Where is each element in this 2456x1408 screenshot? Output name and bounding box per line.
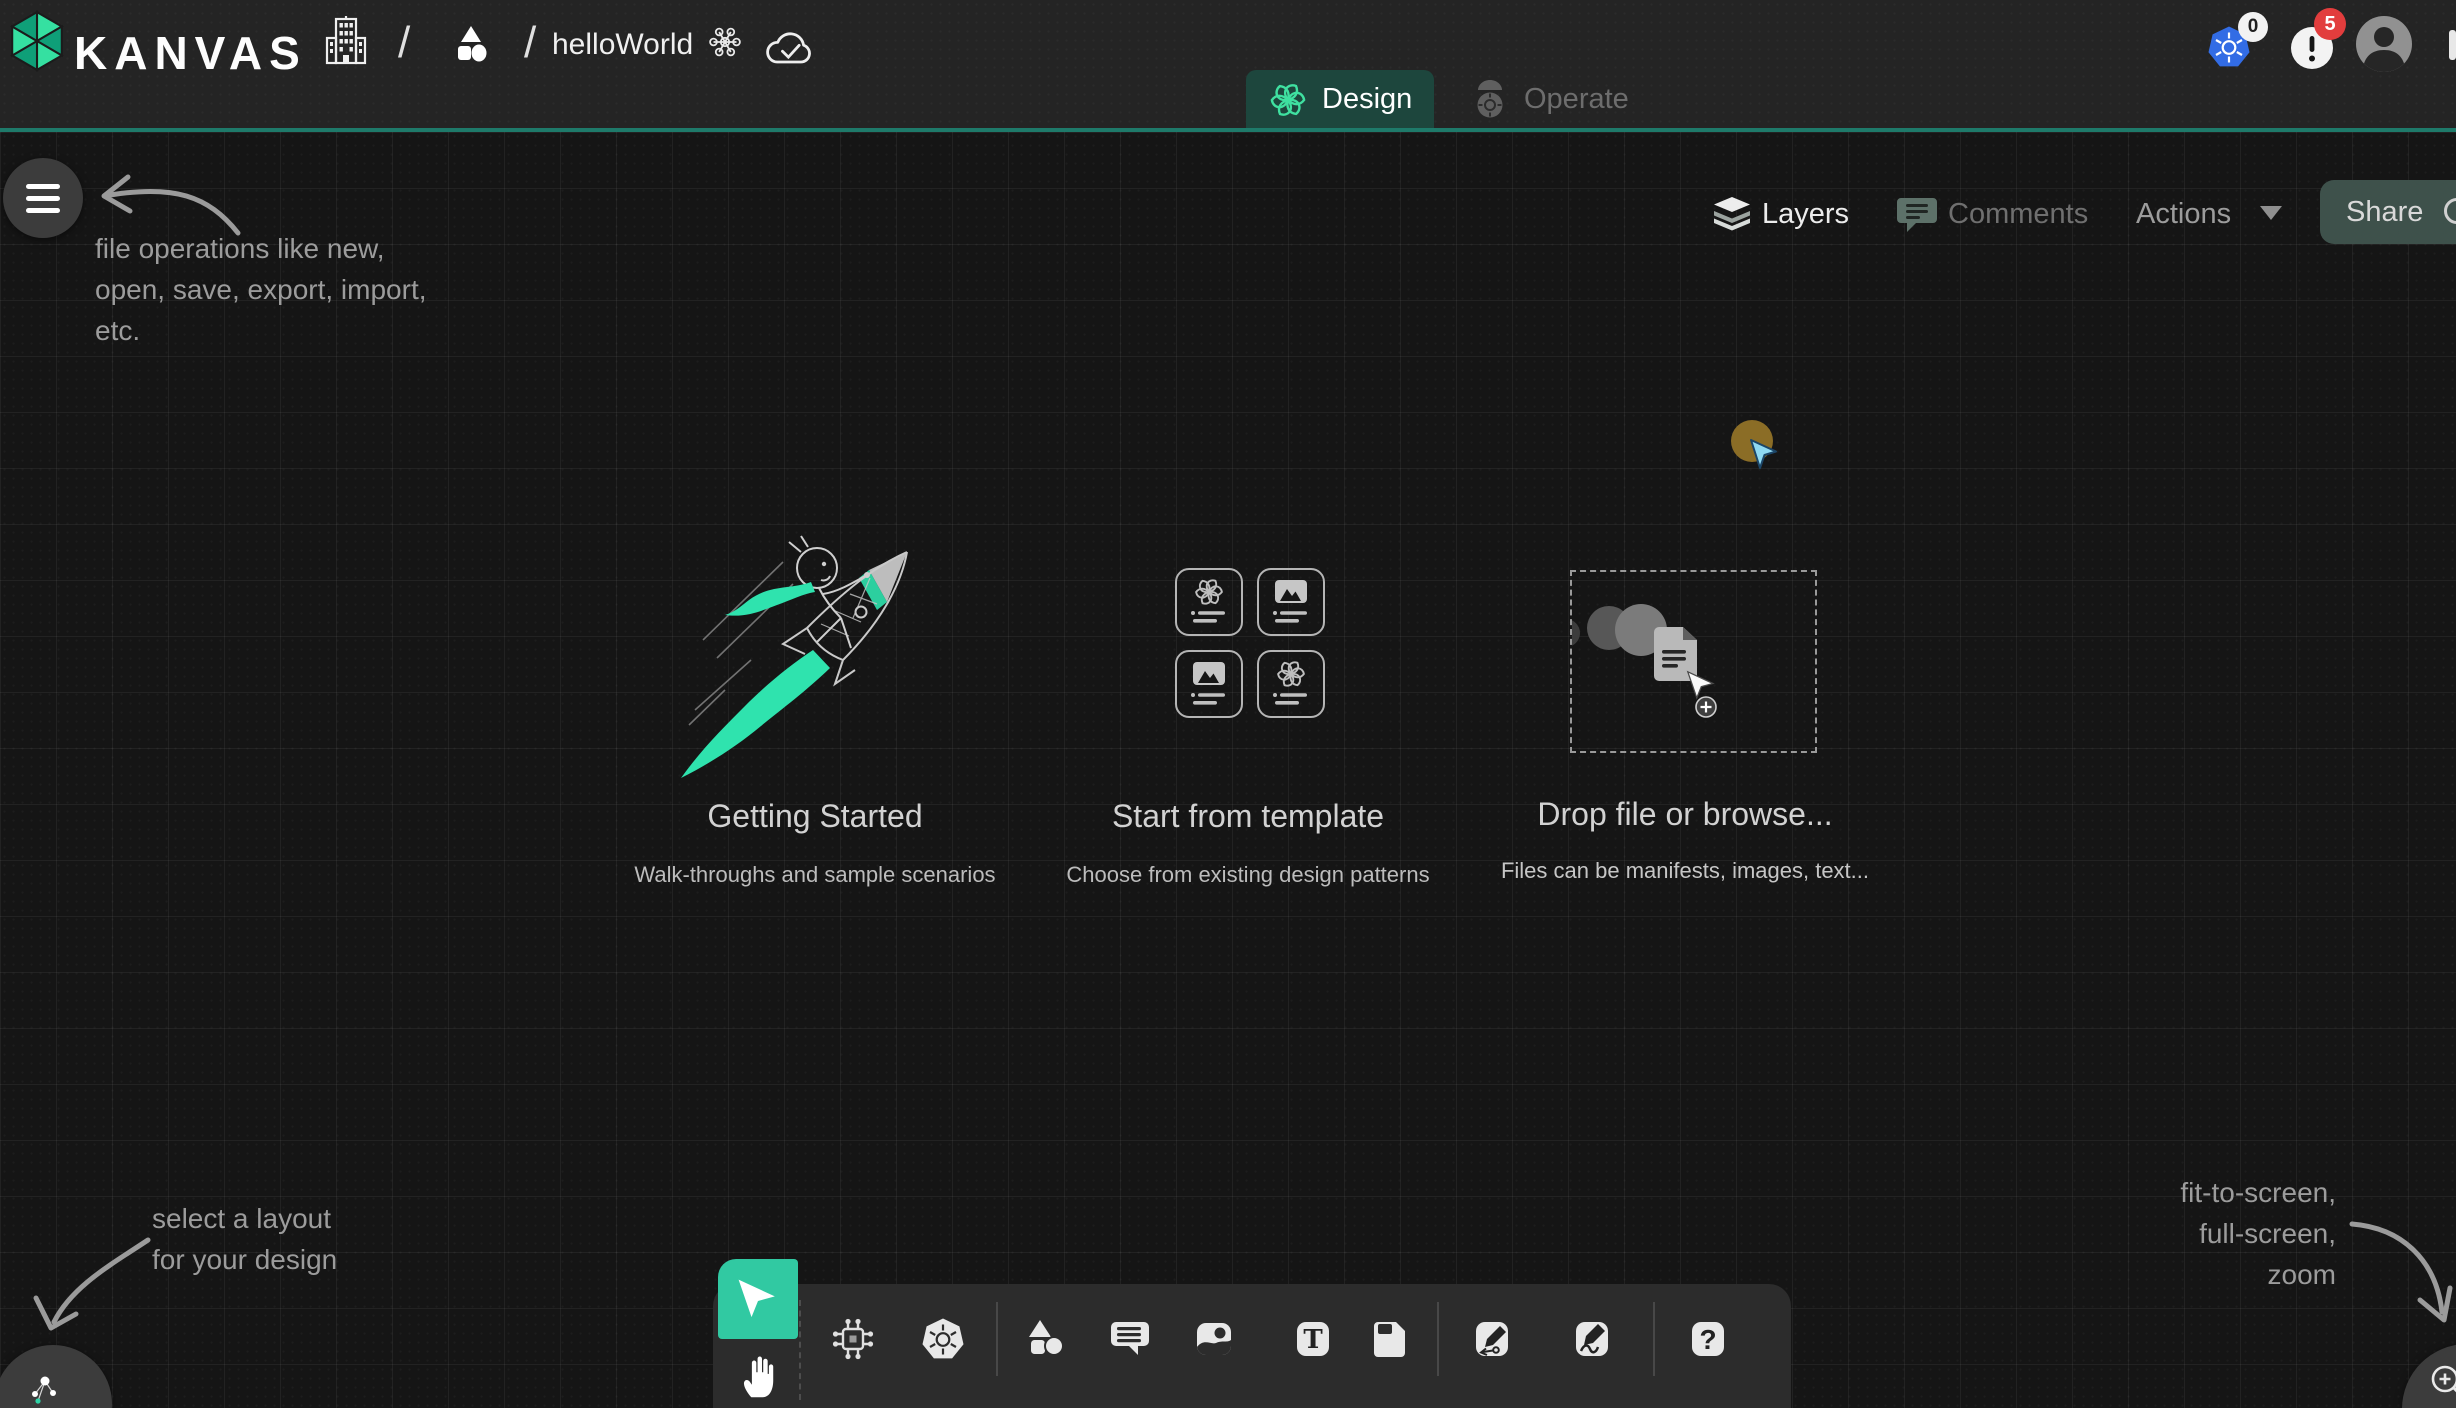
- comments-icon[interactable]: [1896, 194, 1938, 234]
- drop-illustration: [1572, 572, 1815, 751]
- design-pinwheel-icon: [1268, 79, 1308, 119]
- cloud-sync-icon[interactable]: [762, 26, 818, 70]
- pencil-tool-icon[interactable]: [1569, 1316, 1615, 1362]
- header-accent-line: [0, 128, 2456, 132]
- kubernetes-count-badge: 0: [2238, 12, 2268, 42]
- hint-file-operations: file operations like new, open, save, ex…: [95, 228, 427, 351]
- breadcrumb-separator: /: [398, 18, 410, 68]
- main-menu-button[interactable]: [3, 158, 83, 238]
- tab-design[interactable]: Design: [1246, 70, 1434, 128]
- getting-started-subtitle: Walk-throughs and sample scenarios: [615, 862, 1015, 888]
- pinwheel-doc-icon: [1183, 576, 1235, 628]
- toolbar-divider: [799, 1300, 801, 1400]
- text-tool-icon[interactable]: T: [1290, 1316, 1336, 1362]
- toolbar-divider: [1437, 1302, 1439, 1376]
- hint-select-layout: select a layout for your design: [152, 1198, 337, 1280]
- workspace-shapes-icon[interactable]: [448, 22, 494, 68]
- hamburger-icon: [26, 184, 60, 189]
- template-tile-image[interactable]: [1175, 650, 1243, 718]
- pen-tool-icon[interactable]: [1469, 1316, 1515, 1362]
- breadcrumb-project-name[interactable]: helloWorld: [552, 28, 693, 62]
- layers-button[interactable]: Layers: [1762, 198, 1849, 231]
- share-button[interactable]: Share: [2320, 180, 2456, 244]
- brand-wordmark: KANVAS: [74, 26, 307, 80]
- media-tool-icon[interactable]: [1191, 1316, 1237, 1362]
- share-button-label: Share: [2346, 196, 2423, 229]
- hint-arrow-view: [2344, 1208, 2456, 1338]
- tool-cursor-selected[interactable]: [718, 1259, 798, 1339]
- share-partial-icon: [2444, 198, 2456, 224]
- toolbar-divider: [1653, 1302, 1655, 1376]
- hand-tool-icon[interactable]: [738, 1350, 778, 1400]
- shapes-tool-icon[interactable]: [1023, 1316, 1069, 1362]
- alerts-count-badge: 5: [2314, 8, 2346, 40]
- app-window: KANVAS / / helloWorld: [0, 0, 2456, 1408]
- tab-operate-label: Operate: [1524, 83, 1629, 116]
- organization-icon[interactable]: [322, 14, 370, 66]
- user-avatar[interactable]: [2356, 16, 2412, 72]
- templates-title[interactable]: Start from template: [1073, 798, 1423, 835]
- template-tile-image[interactable]: [1257, 568, 1325, 636]
- help-tool-glyph: ?: [1699, 1324, 1716, 1355]
- image-doc-icon: [1183, 658, 1235, 710]
- template-tile-pinwheel[interactable]: [1257, 650, 1325, 718]
- circuit-tool-icon[interactable]: [830, 1316, 876, 1362]
- breadcrumb-separator: /: [524, 18, 536, 68]
- drop-title[interactable]: Drop file or browse...: [1480, 796, 1890, 833]
- pinwheel-doc-icon: [1265, 658, 1317, 710]
- comment-tool-icon[interactable]: [1107, 1316, 1153, 1362]
- drop-subtitle: Files can be manifests, images, text...: [1485, 858, 1885, 884]
- layers-icon[interactable]: [1711, 194, 1753, 234]
- cursor-icon: [736, 1277, 780, 1321]
- mouse-pointer-icon: [1748, 438, 1780, 472]
- zoom-in-icon: [2426, 1360, 2456, 1406]
- layout-cluster-icon: [22, 1367, 68, 1408]
- toolbar-divider: [996, 1302, 998, 1376]
- save-tool-icon[interactable]: [1365, 1316, 1411, 1362]
- getting-started-title[interactable]: Getting Started: [640, 798, 990, 835]
- template-grid[interactable]: [1175, 568, 1325, 718]
- avatar-person-icon: [2356, 16, 2412, 72]
- help-tool-icon[interactable]: ?: [1685, 1316, 1731, 1362]
- tab-design-label: Design: [1322, 83, 1412, 116]
- operate-icon: [1470, 77, 1510, 121]
- getting-started-illustration[interactable]: [665, 520, 955, 785]
- actions-caret-down-icon[interactable]: [2260, 206, 2282, 220]
- kanvas-logo-icon[interactable]: [10, 10, 64, 72]
- kubernetes-tool-icon[interactable]: [920, 1316, 966, 1362]
- actions-button[interactable]: Actions: [2136, 198, 2231, 231]
- text-tool-glyph: T: [1303, 1325, 1323, 1355]
- templates-subtitle: Choose from existing design patterns: [1048, 862, 1448, 888]
- file-drop-zone[interactable]: [1570, 570, 1817, 753]
- comments-button[interactable]: Comments: [1948, 198, 2088, 231]
- image-doc-icon: [1265, 576, 1317, 628]
- tab-operate[interactable]: Operate: [1448, 70, 1651, 128]
- cluster-nodes-icon[interactable]: [702, 20, 748, 66]
- template-tile-pinwheel[interactable]: [1175, 568, 1243, 636]
- hint-view-controls: fit-to-screen, full-screen, zoom: [2140, 1172, 2336, 1295]
- hint-arrow-layout: [20, 1230, 160, 1345]
- edge-menu-fragment[interactable]: [2449, 30, 2456, 60]
